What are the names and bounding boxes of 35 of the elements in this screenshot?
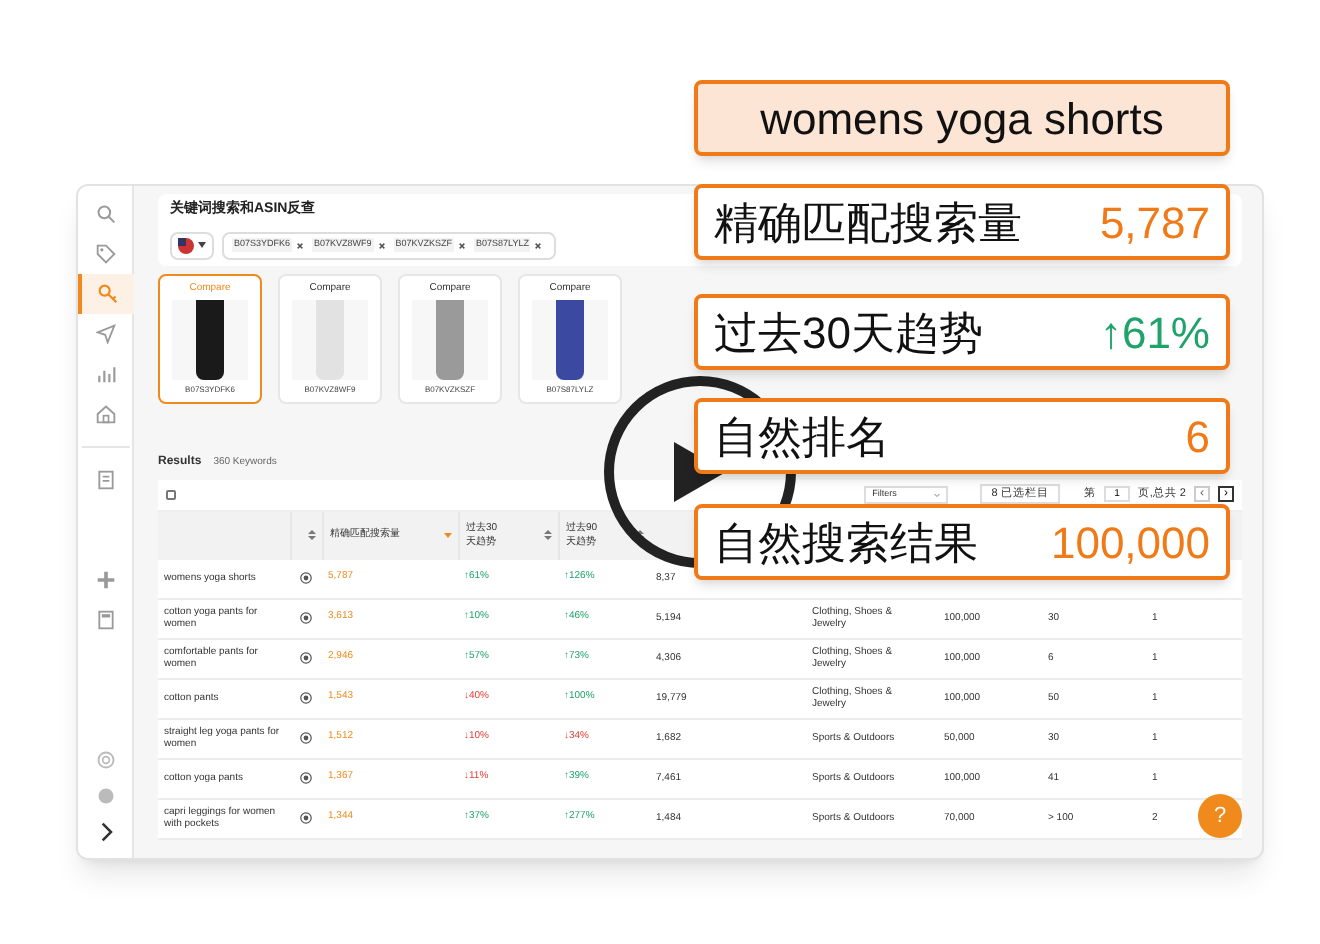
close-icon bbox=[533, 239, 545, 251]
notebook-icon bbox=[95, 470, 115, 490]
paper-plane-icon bbox=[95, 324, 115, 344]
callout-title: womens yoga shorts bbox=[760, 91, 1164, 148]
close-icon bbox=[294, 239, 306, 251]
callout-label: 自然搜索结果 bbox=[714, 515, 978, 571]
close-icon bbox=[375, 239, 388, 251]
sort-icon[interactable] bbox=[636, 530, 644, 540]
coin-icon[interactable] bbox=[300, 812, 312, 824]
coin-icon[interactable] bbox=[300, 572, 312, 584]
callout-value: 100,000 bbox=[1050, 515, 1210, 571]
plus-icon bbox=[95, 570, 115, 590]
house-icon bbox=[95, 404, 115, 424]
coin-icon[interactable] bbox=[300, 732, 312, 744]
select-all-checkbox[interactable] bbox=[166, 489, 176, 499]
caret-icon bbox=[198, 242, 206, 248]
callout-label: 过去30天趋势 bbox=[714, 305, 983, 361]
country-select[interactable] bbox=[170, 231, 214, 259]
close-icon bbox=[456, 239, 468, 251]
callout-value: 5,787 bbox=[1099, 195, 1210, 251]
callout-value: 6 bbox=[1185, 409, 1210, 465]
key-icon bbox=[97, 284, 117, 304]
tag-icon bbox=[95, 244, 115, 264]
flag-icon bbox=[178, 237, 194, 253]
coin-icon[interactable] bbox=[300, 652, 312, 664]
callout-label: 精确匹配搜索量 bbox=[714, 195, 1022, 251]
coin-icon[interactable] bbox=[300, 772, 312, 784]
callout-label: 自然排名 bbox=[714, 409, 890, 465]
search-icon bbox=[95, 204, 115, 224]
bar-chart-icon bbox=[95, 364, 115, 384]
calculator-icon bbox=[95, 610, 115, 630]
coin-icon[interactable] bbox=[300, 692, 312, 704]
callout-value: ↑61% bbox=[1099, 305, 1210, 361]
coin-icon[interactable] bbox=[300, 612, 312, 624]
caret-icon bbox=[934, 491, 941, 497]
